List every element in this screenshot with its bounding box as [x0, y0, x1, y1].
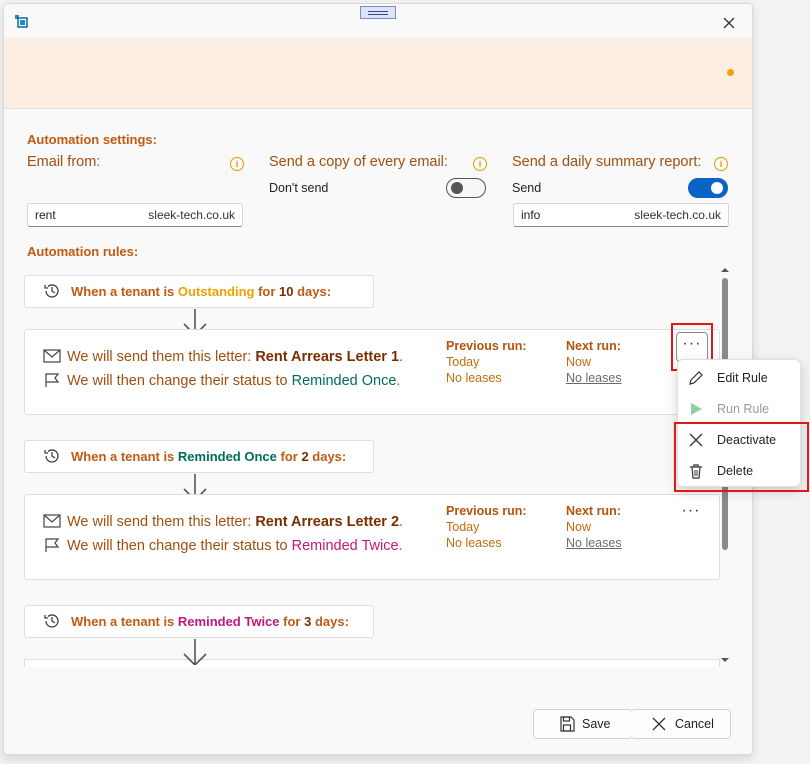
email-from-value: rent: [35, 208, 56, 222]
cancel-icon: [652, 717, 666, 731]
rule-card-2: We will send them this letter: Rent Arre…: [24, 494, 720, 580]
summary-report-info-icon[interactable]: i: [714, 157, 728, 171]
trigger-mid: for: [254, 284, 280, 299]
mail-icon: [43, 514, 61, 528]
scroll-down-icon[interactable]: [721, 656, 729, 664]
history-icon: [44, 284, 59, 298]
flag-icon: [45, 373, 60, 387]
trigger-prefix: When a tenant is: [71, 284, 178, 299]
rule-card-1: We will send them this letter: Rent Arre…: [24, 329, 720, 415]
highlight-menu-items: [674, 422, 809, 492]
automation-dialog: Automation settings: Email from: i rent …: [3, 3, 753, 755]
menu-item-edit-rule[interactable]: Edit Rule: [678, 364, 800, 392]
menu-item-run-rule[interactable]: Run Rule: [678, 395, 800, 423]
trigger-days: 10: [279, 284, 294, 299]
next-run-leases-link[interactable]: No leases: [566, 370, 622, 386]
play-icon: [691, 403, 702, 415]
rule-letter-line: We will send them this letter: Rent Arre…: [43, 349, 403, 365]
save-button-label: Save: [582, 717, 611, 731]
history-icon: [44, 614, 59, 628]
cancel-button[interactable]: Cancel: [631, 709, 731, 739]
summary-toggle-label: Send: [512, 181, 542, 195]
trigger-suffix: days:: [293, 284, 332, 299]
copy-email-toggle[interactable]: [446, 178, 486, 198]
summary-email-domain: sleek-tech.co.uk: [634, 208, 721, 222]
menu-item-label: Edit Rule: [717, 371, 768, 385]
email-from-label: Email from:: [27, 154, 101, 170]
rule-trigger-1: When a tenant is Outstanding for 10 days…: [24, 275, 374, 308]
copy-email-info-icon[interactable]: i: [473, 157, 487, 171]
rule-status-line: We will then change their status to Remi…: [43, 538, 403, 554]
rule-trigger-2: When a tenant is Reminded Once for 2 day…: [24, 440, 374, 473]
next-run-info: Next run: Now No leases: [566, 504, 622, 551]
rule-letter-line: We will send them this letter: Rent Arre…: [43, 514, 403, 530]
copy-email-label: Send a copy of every email:: [269, 154, 448, 170]
close-button[interactable]: [718, 12, 740, 34]
summary-email-value: info: [521, 208, 541, 222]
email-from-domain: sleek-tech.co.uk: [148, 208, 235, 222]
notification-banner: [4, 38, 752, 109]
title-bar: [4, 4, 752, 38]
next-run-info: Next run: Now No leases: [566, 339, 622, 386]
previous-run-info: Previous run: Today No leases: [446, 339, 527, 385]
status-dot: [727, 69, 734, 76]
summary-email-field[interactable]: info sleek-tech.co.uk: [513, 203, 729, 227]
summary-report-label: Send a daily summary report:: [512, 154, 702, 170]
drag-handle[interactable]: [360, 6, 396, 19]
close-icon: [723, 17, 735, 29]
flow-arrow-icon: [183, 639, 207, 665]
trigger-status: Outstanding: [177, 284, 255, 299]
app-logo-icon: [15, 15, 28, 28]
flag-icon: [45, 538, 60, 552]
menu-item-label: Run Rule: [717, 402, 770, 416]
rule-2-more-button[interactable]: ···: [676, 500, 706, 528]
save-icon: [560, 716, 575, 732]
summary-report-toggle[interactable]: [688, 178, 728, 198]
previous-run-info: Previous run: Today No leases: [446, 504, 527, 550]
save-button[interactable]: Save: [533, 709, 633, 739]
email-from-info-icon[interactable]: i: [230, 157, 244, 171]
settings-title: Automation settings:: [27, 132, 157, 147]
mail-icon: [43, 349, 61, 363]
cancel-button-label: Cancel: [675, 717, 714, 731]
pencil-icon: [689, 371, 703, 385]
history-icon: [44, 449, 59, 463]
rule-trigger-3: When a tenant is Reminded Twice for 3 da…: [24, 605, 374, 638]
rules-title: Automation rules:: [27, 244, 139, 259]
rule-status-line: We will then change their status to Remi…: [43, 373, 400, 389]
scroll-up-icon[interactable]: [721, 266, 729, 274]
email-from-field[interactable]: rent sleek-tech.co.uk: [27, 203, 243, 227]
copy-toggle-label: Don't send: [269, 181, 329, 195]
next-run-leases-link[interactable]: No leases: [566, 535, 622, 551]
